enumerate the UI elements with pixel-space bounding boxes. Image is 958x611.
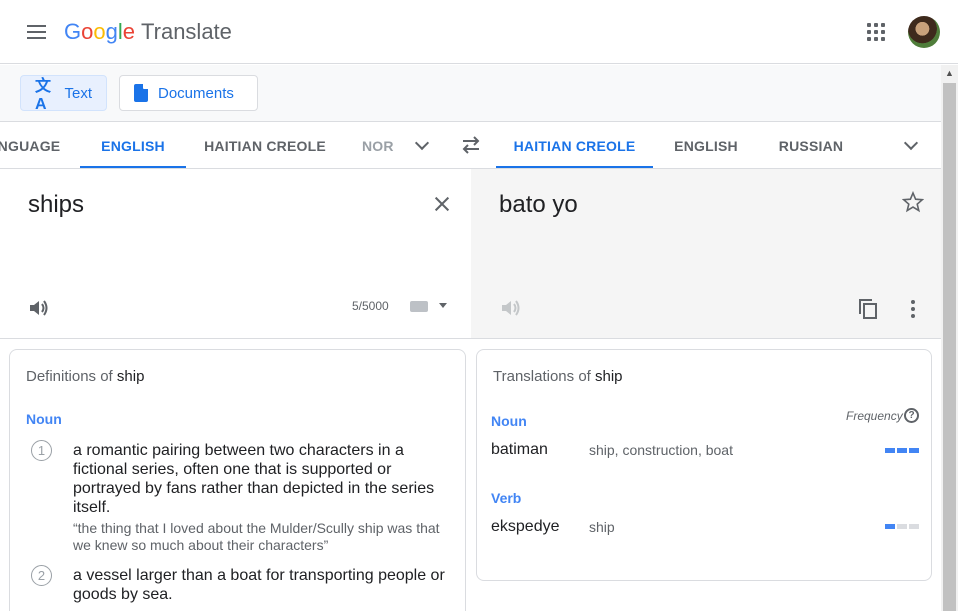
target-pane: bato yo (471, 169, 941, 339)
scroll-up-arrow-icon[interactable]: ▲ (941, 65, 958, 82)
character-count: 5/5000 (352, 299, 389, 313)
translation-part-of-speech: Verb (491, 490, 522, 506)
translations-card: Translations of ship Frequency ? Noun ba… (476, 349, 932, 581)
translations-title-prefix: Translations of (493, 368, 591, 385)
frequency-bar (909, 524, 919, 529)
help-icon[interactable]: ? (904, 408, 919, 423)
source-language-dropdown-icon[interactable] (412, 135, 432, 155)
source-text-input[interactable]: ships (28, 191, 84, 219)
translations-word: ship (595, 368, 623, 385)
swap-languages-icon[interactable] (459, 134, 483, 156)
target-tab-english[interactable]: ENGLISH (665, 122, 747, 168)
definitions-card: Definitions of ship Noun 1 a romantic pa… (9, 349, 466, 611)
product-name: Translate (141, 19, 232, 44)
frequency-bar (885, 524, 895, 529)
translations-title: Translations of ship (493, 368, 623, 385)
translation-synonyms: ship, construction, boat (589, 442, 733, 458)
target-language-dropdown-icon[interactable] (901, 135, 921, 155)
mode-bar: 文A Text Documents (0, 65, 941, 122)
frequency-bars (885, 448, 919, 453)
definition-text: a vessel larger than a boat for transpor… (73, 567, 445, 603)
source-tab-english[interactable]: ENGLISH (80, 122, 186, 168)
clear-source-icon[interactable] (431, 193, 453, 215)
document-icon (134, 84, 148, 102)
definition-number: 1 (31, 440, 52, 461)
documents-mode-label: Documents (158, 84, 234, 102)
frequency-bar (909, 448, 919, 453)
definition-part-of-speech: Noun (26, 411, 62, 427)
save-translation-star-icon[interactable] (902, 191, 924, 213)
user-avatar[interactable] (908, 16, 940, 48)
scrollbar-thumb[interactable] (943, 83, 956, 611)
definitions-word: ship (116, 368, 145, 385)
target-tab-haitian-creole[interactable]: HAITIAN CREOLE (496, 122, 653, 168)
source-tab-detect[interactable]: NGUAGE (0, 122, 64, 168)
source-tab-haitian-creole[interactable]: HAITIAN CREOLE (200, 122, 330, 168)
text-mode-button[interactable]: 文A Text (20, 75, 107, 113)
definition-example: “the thing that I loved about the Mulder… (73, 520, 440, 553)
keyboard-icon[interactable] (410, 301, 428, 312)
logo-letter: g (105, 19, 118, 44)
frequency-bar (885, 448, 895, 453)
apps-grid-icon[interactable] (864, 20, 888, 44)
keyboard-dropdown-icon[interactable] (439, 303, 447, 308)
translation-part-of-speech: Noun (491, 413, 527, 429)
definition-text: a romantic pairing between two character… (73, 442, 435, 516)
logo-letter: G (64, 19, 82, 44)
translation-word[interactable]: batiman (491, 441, 548, 459)
definitions-title-prefix: Definitions of (26, 368, 113, 385)
frequency-bar (897, 448, 907, 453)
more-options-icon[interactable] (911, 300, 915, 318)
listen-source-icon[interactable] (27, 297, 49, 319)
copy-translation-icon[interactable] (857, 298, 879, 320)
documents-mode-button[interactable]: Documents (119, 75, 258, 111)
definition-number: 2 (31, 565, 52, 586)
source-pane: ships 5/5000 (0, 169, 471, 339)
frequency-bars (885, 524, 919, 529)
translation-word[interactable]: ekspedye (491, 518, 560, 536)
translate-icon: 文A (35, 78, 51, 113)
frequency-label: Frequency (846, 409, 903, 423)
logo-letter: o (93, 19, 106, 44)
source-tab-norwegian[interactable]: NOR (362, 122, 402, 168)
google-translate-logo[interactable]: Google Translate (64, 18, 232, 46)
frequency-bar (897, 524, 907, 529)
logo-letter: e (122, 19, 136, 44)
app-header: Google Translate (0, 0, 958, 64)
definitions-title: Definitions of ship (26, 368, 144, 385)
page-scrollbar[interactable]: ▲ (941, 65, 958, 611)
hamburger-menu-icon[interactable] (20, 16, 52, 48)
target-tab-russian[interactable]: RUSSIAN (770, 122, 852, 168)
text-mode-label: Text (64, 84, 92, 102)
translated-text: bato yo (499, 191, 578, 218)
translation-synonyms: ship (589, 519, 615, 535)
logo-letter: o (81, 19, 94, 44)
listen-translation-icon[interactable] (499, 297, 521, 319)
